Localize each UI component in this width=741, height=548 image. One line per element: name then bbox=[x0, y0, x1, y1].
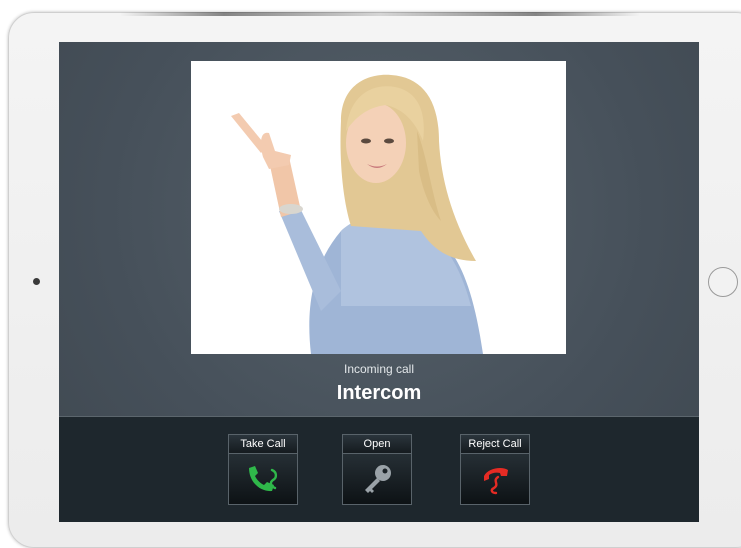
take-call-button[interactable]: Take Call bbox=[228, 434, 298, 505]
home-button[interactable] bbox=[708, 267, 738, 297]
phone-reject-icon bbox=[460, 453, 530, 505]
call-status-label: Incoming call bbox=[343, 362, 415, 376]
video-feed bbox=[191, 61, 566, 354]
caller-name: Intercom bbox=[336, 382, 422, 404]
reject-call-label: Reject Call bbox=[460, 434, 530, 453]
key-icon bbox=[342, 453, 412, 505]
take-call-label: Take Call bbox=[228, 434, 298, 453]
reject-call-button[interactable]: Reject Call bbox=[460, 434, 530, 505]
front-camera bbox=[33, 278, 40, 285]
open-door-button[interactable]: Open bbox=[342, 434, 412, 505]
intercom-screen: Incoming call Intercom Take Call Open Re… bbox=[59, 42, 699, 522]
phone-answer-icon bbox=[228, 453, 298, 505]
caller-video-image bbox=[191, 61, 566, 354]
open-label: Open bbox=[342, 434, 412, 453]
tablet-top-edge bbox=[120, 12, 640, 16]
action-bar: Take Call Open Reject Call bbox=[59, 416, 699, 522]
